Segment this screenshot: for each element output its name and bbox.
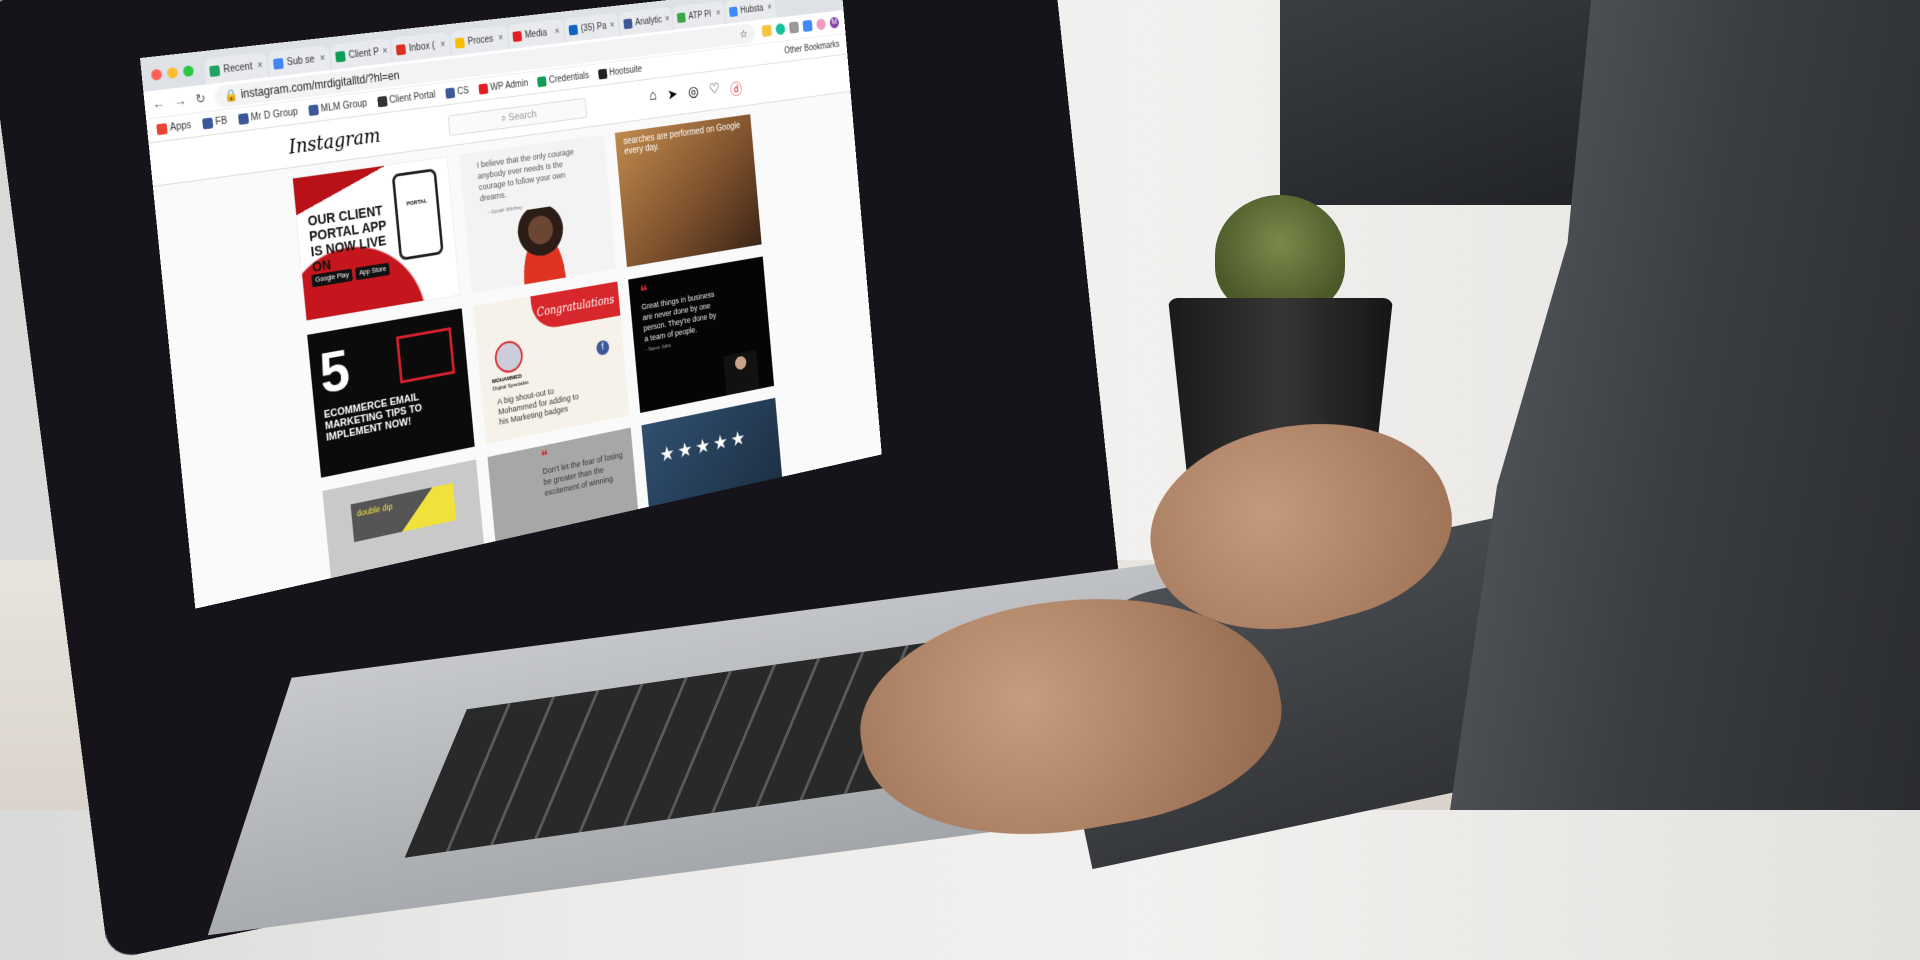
minimize-window-button[interactable] <box>166 66 179 79</box>
close-tab-icon[interactable]: × <box>257 60 263 71</box>
bookmark-item[interactable]: FB <box>201 116 228 130</box>
reload-icon[interactable]: ↻ <box>195 90 207 107</box>
bookmark-star-icon[interactable]: ☆ <box>739 27 748 40</box>
back-icon[interactable]: ← <box>152 95 166 111</box>
close-tab-icon[interactable]: × <box>554 26 560 37</box>
heart-icon[interactable]: ♡ <box>708 79 721 101</box>
facebook-icon <box>623 17 633 29</box>
extension-icon[interactable] <box>802 19 813 33</box>
extension-icon[interactable] <box>788 21 800 34</box>
instagram-logo[interactable]: Instagram <box>288 123 382 158</box>
close-tab-icon[interactable]: × <box>440 39 446 50</box>
d-logo-icon <box>478 83 489 95</box>
close-window-button[interactable] <box>150 68 163 81</box>
lock-icon: 🔒 <box>223 86 242 103</box>
google-sheets-icon <box>335 50 346 63</box>
portrait-image <box>723 349 760 396</box>
forward-icon[interactable]: → <box>173 93 187 109</box>
post-steve-jobs-quote[interactable]: ❝ Great things in business are never done… <box>628 256 775 413</box>
envelope-icon <box>395 327 456 384</box>
bookmark-item[interactable]: MLM Group <box>308 98 368 117</box>
profile-avatar[interactable]: M <box>829 16 840 29</box>
post-client-portal[interactable]: OUR CLIENT PORTAL APP IS NOW LIVE ON Goog… <box>291 156 461 322</box>
phone-mockup: PORTAL <box>391 168 444 261</box>
maximize-window-button[interactable] <box>182 65 195 78</box>
facebook-icon: f <box>595 339 610 357</box>
hootsuite-icon <box>598 68 608 80</box>
avatar <box>493 338 525 376</box>
extension-icon[interactable] <box>815 18 827 31</box>
grammarly-icon[interactable] <box>775 22 786 36</box>
portrait-image <box>506 203 578 287</box>
bookmark-item[interactable]: CS <box>445 86 469 99</box>
home-icon[interactable]: ⌂ <box>649 87 658 109</box>
extensions: M <box>761 16 840 37</box>
apps-grid-icon <box>156 123 168 136</box>
explore-icon[interactable]: ◎ <box>687 82 699 105</box>
facebook-icon <box>308 104 319 117</box>
leaf-icon <box>676 11 686 23</box>
gmail-icon <box>395 43 407 56</box>
close-tab-icon[interactable]: × <box>609 20 614 30</box>
close-tab-icon[interactable]: × <box>319 53 325 64</box>
post-oprah-quote[interactable]: I believe that the only courage anybody … <box>458 134 617 294</box>
bookmark-item[interactable]: Credentials <box>537 71 590 88</box>
bookmark-item[interactable]: Hootsuite <box>598 64 642 80</box>
post-google-searches[interactable]: searches are performed on Google every d… <box>614 114 762 268</box>
cactus-plant <box>1215 195 1345 315</box>
google-drive-icon <box>209 64 221 77</box>
post-congratulations[interactable]: Congratulations MOHAMMED Digital Specialis… <box>473 281 630 445</box>
linkedin-icon <box>568 24 579 36</box>
facebook-icon <box>237 113 249 125</box>
post-email-tips[interactable]: 5 ECOMMERCE EMAIL MARKETING TIPS TO IMPLE… <box>307 308 475 478</box>
google-sheets-icon <box>537 76 548 88</box>
profile-icon[interactable]: ⓓ <box>729 76 743 99</box>
d-logo-icon <box>512 30 523 42</box>
quote-mark-icon: ❝ <box>540 448 549 466</box>
bookmark-item[interactable]: Mr D Group <box>237 107 298 125</box>
facebook-icon <box>201 117 214 130</box>
google-drive-icon <box>454 36 465 49</box>
close-tab-icon[interactable]: × <box>767 2 772 12</box>
bookmark-item[interactable]: WP Admin <box>478 78 529 95</box>
direct-icon[interactable]: ➤ <box>667 85 679 108</box>
globe-icon <box>376 95 388 108</box>
hubstaff-icon <box>728 6 738 17</box>
close-tab-icon[interactable]: × <box>716 8 721 18</box>
close-tab-icon[interactable]: × <box>665 14 670 24</box>
extension-icon[interactable] <box>761 24 772 37</box>
bookmark-item[interactable]: Apps <box>156 120 192 136</box>
close-tab-icon[interactable]: × <box>382 46 388 57</box>
bookmark-item[interactable]: Client Portal <box>376 90 436 108</box>
google-docs-icon <box>272 57 284 70</box>
close-tab-icon[interactable]: × <box>498 33 504 44</box>
facebook-icon <box>445 87 456 99</box>
other-bookmarks[interactable]: Other Bookmarks <box>784 40 840 56</box>
